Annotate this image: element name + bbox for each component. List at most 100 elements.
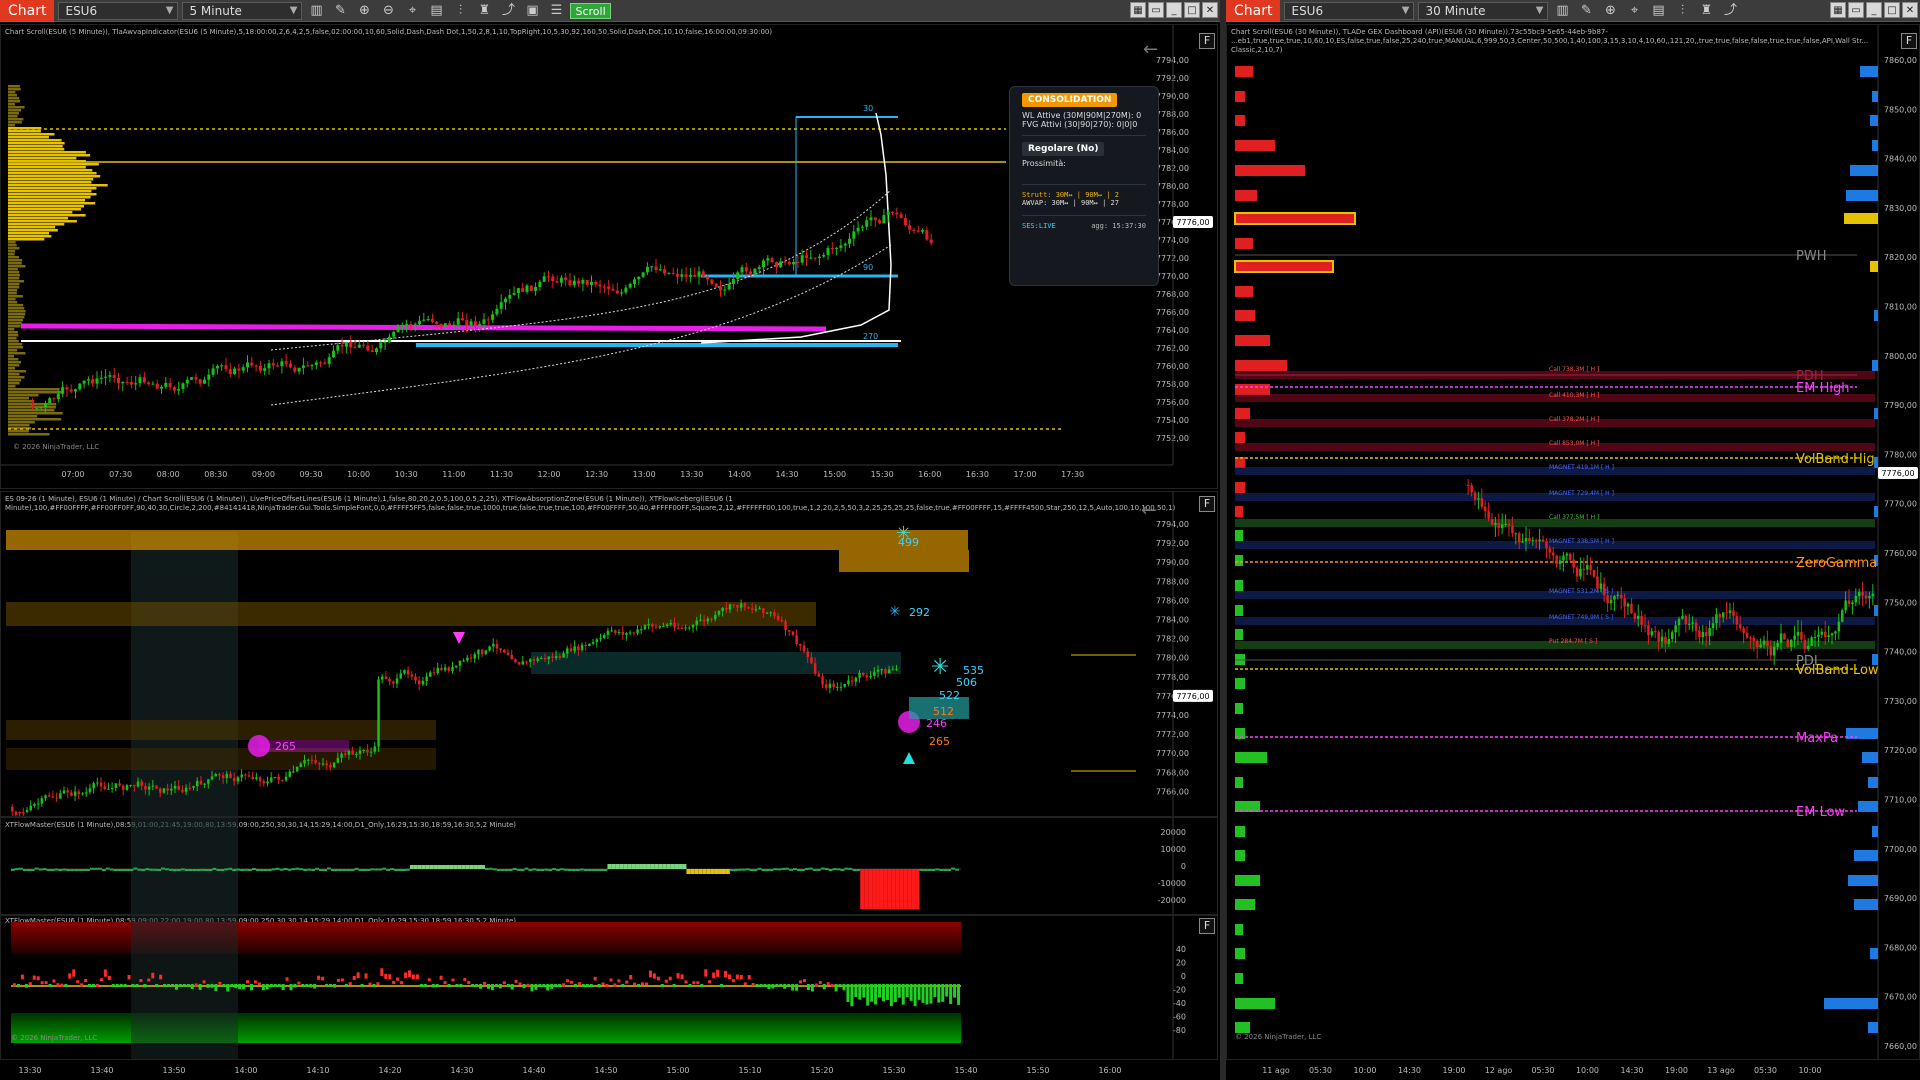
candle-body [693,274,697,277]
flow-bar [498,984,502,989]
candle-body [562,653,565,658]
strategies-icon[interactable]: ♜ [474,2,494,20]
restore-icon[interactable]: ▭ [1848,2,1864,18]
fvg-text: FVG Attivi (30|90|270): 0|0|0 [1022,120,1138,129]
candle-body [1507,523,1511,526]
instrument-selector[interactable]: ESU6 ▼ [1284,1,1415,20]
minimize-button[interactable]: _ [1166,2,1182,18]
bar-type-icon[interactable]: ▥ [1552,2,1572,20]
properties-icon[interactable]: ▤ [426,2,446,20]
candle-body [516,288,520,294]
interval-selector[interactable]: 30 Minute ▼ [1418,1,1549,20]
gex-profile-bar-right [1872,91,1878,102]
candle-body [307,759,310,761]
instrument-selector[interactable]: ESU6 ▼ [58,1,179,20]
flow-bar [858,984,862,1000]
flow-bar [54,868,59,871]
flow-bar [652,973,656,979]
tile-icon[interactable]: ▦ [1130,2,1146,18]
zoom-in-icon[interactable]: ⊕ [1600,2,1620,20]
prossimita-text: Prossimità: [1022,159,1066,168]
candle-body [521,288,525,292]
flow-bar [13,983,16,987]
chart-menu-button[interactable]: Chart [1226,0,1281,22]
templates-icon[interactable]: ⤴ [1720,2,1740,20]
flow-bar [285,977,289,981]
price-axis-label: 7778,00 [1156,200,1189,209]
crosshair-icon[interactable]: ⌖ [402,2,422,20]
draw-tool-icon[interactable]: ✎ [330,2,350,20]
gex-chart-pane[interactable]: Chart Scroll(ESU6 (30 Minute)), TLADe GE… [1226,24,1920,1060]
draw-tool-icon[interactable]: ✎ [1576,2,1596,20]
volume-profile-bar [8,283,20,286]
flow-bar [234,984,238,989]
flow-bar [388,974,392,980]
candle-body [104,376,108,378]
indicators-icon[interactable]: ⫶ [1672,2,1692,20]
maximize-button[interactable]: □ [1184,2,1200,18]
candle-body [414,676,417,681]
candle-body [301,365,305,368]
indicators-icon[interactable]: ⫶ [450,2,470,20]
gex-profile-bar-right [1850,165,1878,176]
flow-bar [78,869,83,871]
volume-profile-bar [8,196,91,199]
volume-profile-bar [8,340,19,343]
flow-pane-2[interactable]: XTFlowMaster(ESU6 (1 Minute),08:59,09:00… [0,915,1218,1060]
mid-chart-pane[interactable]: ES 09-26 (1 Minute), ESU6 (1 Minute) / C… [0,491,1218,817]
properties-icon[interactable]: ▤ [1648,2,1668,20]
candle-body [658,626,661,628]
close-button[interactable]: ✕ [1902,2,1918,18]
templates-icon[interactable]: ⤴ [498,2,518,20]
flow-bar [84,978,88,982]
candle-body [825,684,828,688]
zoom-in-icon[interactable]: ⊕ [354,2,374,20]
chart-menu-button[interactable]: Chart [0,0,55,22]
tile-icon[interactable]: ▦ [1830,2,1846,18]
candle-body [82,380,86,384]
zoom-out-icon[interactable]: ⊖ [378,2,398,20]
flow-bar [573,984,577,987]
bar-type-icon[interactable]: ▥ [306,2,326,20]
volume-profile-bar [8,208,82,211]
flow-bar [641,982,645,986]
candle-body [903,218,907,226]
interval-selector[interactable]: 5 Minute ▼ [182,1,303,20]
flow-bar [206,984,210,988]
flow-pane-1[interactable]: XTFlowMaster(ESU6 (1 Minute),08:59,01:00… [0,817,1218,915]
flow-bar [242,984,246,990]
candle-body [448,323,452,326]
flow-bar [733,869,738,871]
candle-body [891,669,895,671]
crosshair-icon[interactable]: ⌖ [1624,2,1644,20]
strategies-icon[interactable]: ♜ [1696,2,1716,20]
key-level-label: VolBand Low [1796,663,1879,678]
restore-icon[interactable]: ▭ [1148,2,1164,18]
top-chart-pane[interactable]: Chart Scroll(ESU6 (5 Minute)), TlaAwvapI… [0,24,1218,489]
minimize-button[interactable]: _ [1866,2,1882,18]
gex-profile-bar [1235,826,1245,837]
candle-body [35,407,39,409]
flow-bar [597,984,601,988]
scroll-button[interactable]: Scroll [570,2,611,19]
flow-bar [508,869,513,871]
list-icon[interactable]: ☰ [546,2,566,20]
candle-body [788,630,791,632]
time-axis-label: 13:30 [680,470,703,479]
candle-body [1599,583,1603,589]
candle-body [835,247,839,249]
flow-bar [868,869,873,909]
data-box-icon[interactable]: ▣ [522,2,542,20]
flow-bar [524,867,529,870]
flow-bar [765,869,770,871]
maximize-button[interactable]: □ [1884,2,1900,18]
candle-body [779,261,783,268]
volume-profile-bar [8,271,20,274]
time-axis-label: 17:30 [1061,470,1084,479]
candle-body [1538,539,1541,542]
flow-bar [232,869,237,871]
close-button[interactable]: ✕ [1202,2,1218,18]
bottom-time-axis: 13:30 13:40 13:50 14:00 14:10 14:20 14:30 14:40… [0,1060,1218,1080]
candle-body [14,811,18,816]
flow-bar [269,984,273,988]
